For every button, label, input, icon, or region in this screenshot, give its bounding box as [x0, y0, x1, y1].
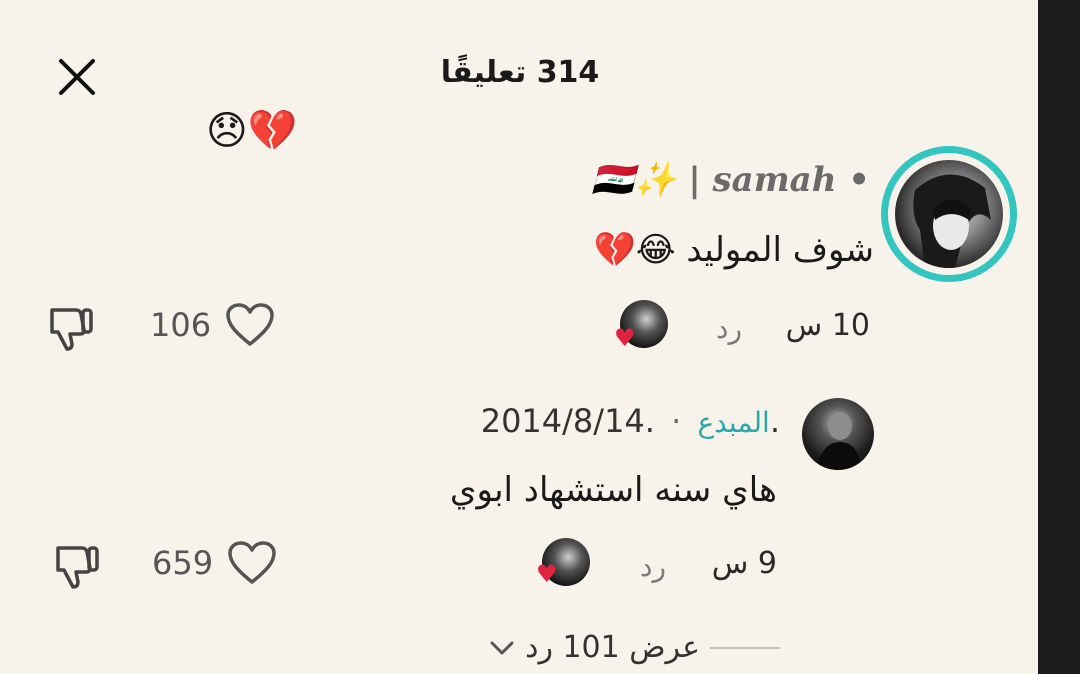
avatar[interactable] — [895, 160, 1003, 268]
reply-time: 9 س — [711, 546, 777, 581]
reply-text: هاي سنه استشهاد ابوي — [449, 470, 777, 510]
like-button[interactable]: 106 — [150, 302, 275, 348]
heart-icon — [228, 541, 276, 584]
chevron-down-icon — [490, 641, 514, 654]
creator-badge: المبدع — [697, 406, 770, 439]
comment-text: شوف المولید 😂💔 — [593, 230, 874, 270]
like-count: 659 — [152, 544, 214, 582]
thumbs-down-icon — [56, 546, 99, 589]
avatar-image — [913, 174, 991, 268]
heart-icon — [226, 303, 274, 346]
separator-dot: · — [671, 402, 682, 440]
previous-comment-emoji: 😞💔 — [206, 108, 298, 154]
reply-author-line: المبدع · .2014/8/14. — [481, 402, 780, 440]
side-edge — [1038, 0, 1080, 674]
avatar-image — [816, 412, 862, 470]
reply-button[interactable]: رد — [640, 550, 666, 583]
comment-time: 10 س — [785, 308, 870, 343]
creator-heart-icon: ♥ — [614, 324, 636, 352]
like-count: 106 — [150, 306, 212, 344]
thumbs-down-icon — [50, 308, 93, 351]
dislike-button[interactable] — [52, 542, 102, 594]
view-replies-label: عرض 101 رد — [525, 630, 700, 665]
dislike-button[interactable] — [46, 304, 96, 356]
reply-avatar[interactable] — [802, 398, 874, 470]
reply-button[interactable]: رد — [716, 312, 742, 345]
comments-count-title: 314 تعليقًا — [440, 55, 600, 90]
view-replies-button[interactable]: عرض 101 رد — [489, 630, 780, 665]
divider-line — [710, 646, 780, 649]
comment-username[interactable]: 🇮🇶✨ | samah • — [592, 160, 870, 200]
creator-heart-icon: ♥ — [536, 560, 558, 588]
like-button[interactable]: 659 — [152, 540, 277, 586]
